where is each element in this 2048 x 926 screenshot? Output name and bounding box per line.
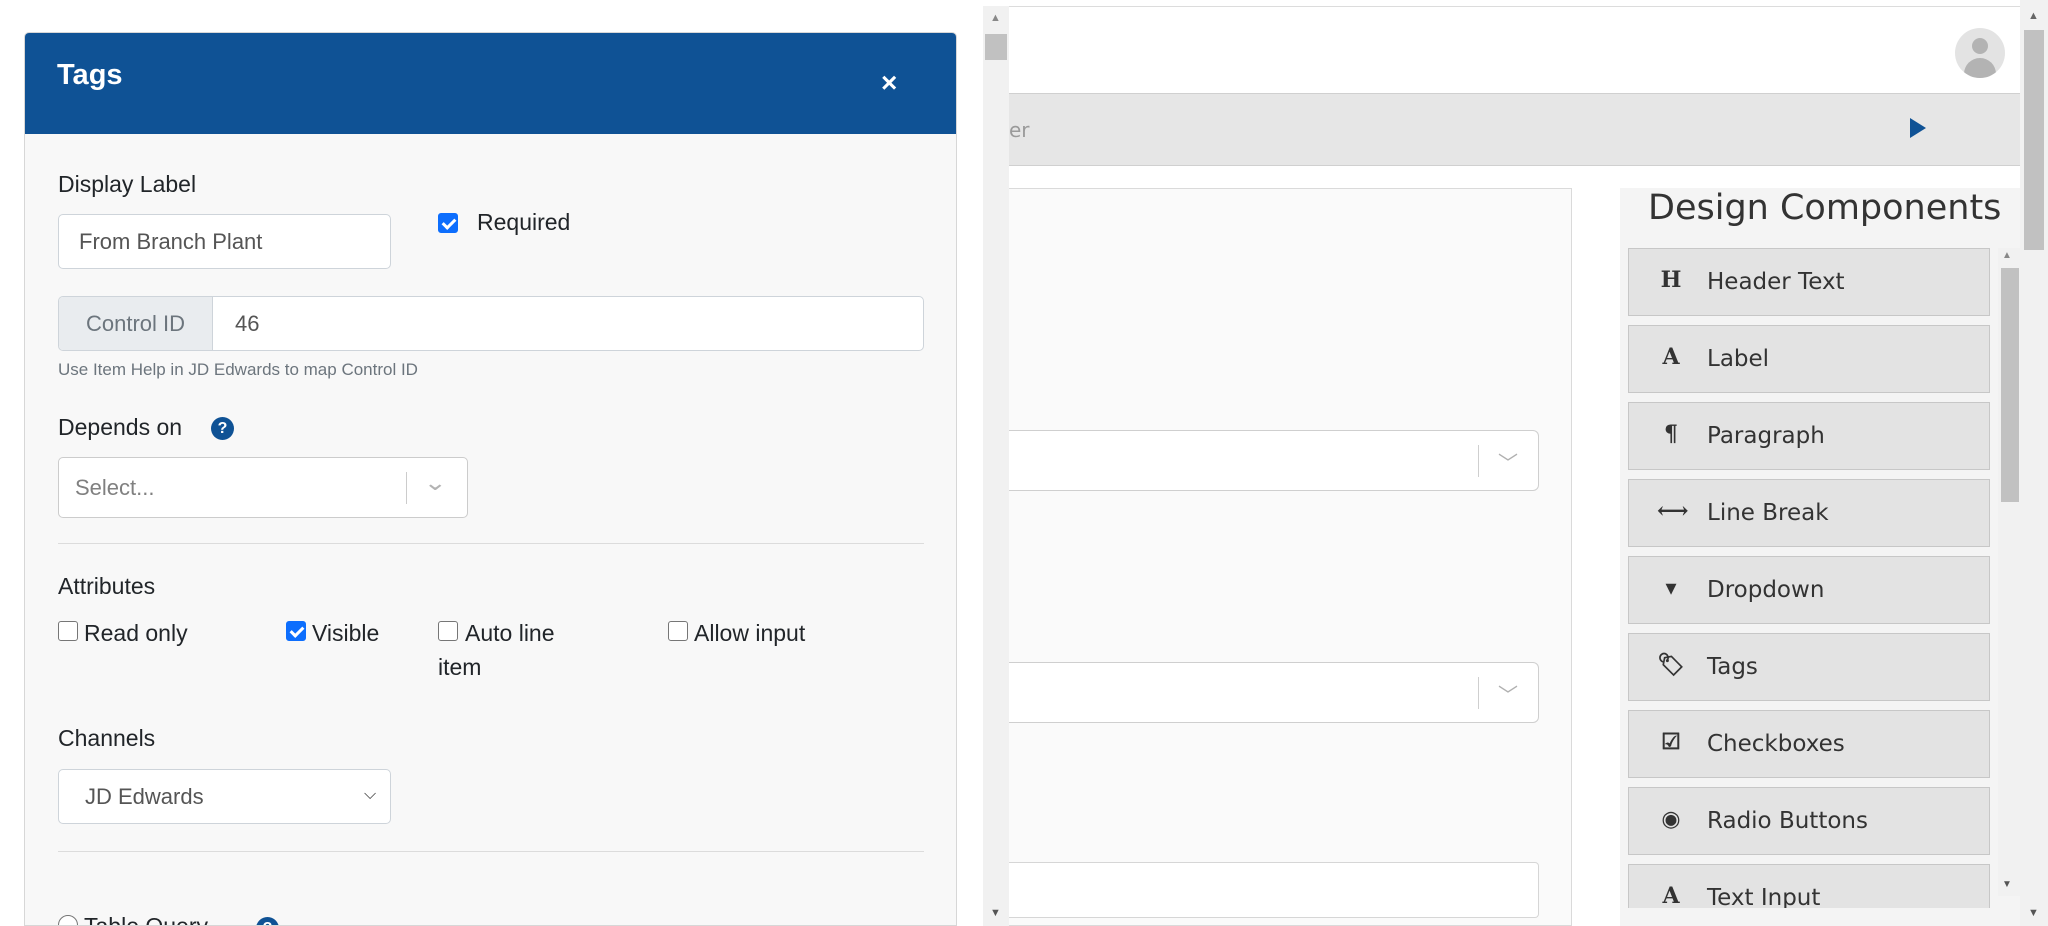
allow-input-checkbox[interactable] [668, 621, 688, 641]
control-id-addon: Control ID [59, 297, 213, 350]
component-label: Header Text [1707, 269, 1845, 295]
auto-line-item-label: Auto line [465, 620, 555, 646]
component-label: Radio Buttons [1707, 808, 1868, 834]
scroll-down-icon[interactable]: ▼ [2028, 907, 2039, 919]
component-label[interactable]: A Label [1628, 325, 1990, 393]
components-scrollbar-thumb[interactable] [2001, 268, 2019, 502]
required-checkbox[interactable] [438, 213, 458, 233]
visible-checkbox[interactable] [286, 621, 306, 641]
check-square-icon: ☑ [1661, 729, 1681, 755]
allow-input-label: Allow input [694, 620, 806, 646]
form-name-bar: er [1009, 93, 2020, 166]
scroll-up-icon[interactable]: ▲ [2002, 250, 2012, 261]
channels-heading: Channels [58, 725, 156, 751]
close-icon[interactable]: × [881, 67, 897, 99]
paragraph-icon: ¶ [1664, 421, 1678, 447]
tags-icon: 🏷 [1657, 652, 1685, 678]
display-label-input[interactable]: From Branch Plant [58, 214, 391, 269]
channels-select[interactable]: JD Edwards ⌵ [58, 769, 391, 824]
depends-on-placeholder: Select... [75, 475, 155, 500]
display-label-value: From Branch Plant [79, 228, 263, 254]
control-id-help-text: Use Item Help in JD Edwards to map Contr… [58, 360, 418, 379]
scroll-up-icon[interactable]: ▲ [2028, 10, 2039, 22]
modal-scrollbar[interactable] [983, 6, 1009, 926]
component-dropdown[interactable]: ▾ Dropdown [1628, 556, 1990, 624]
modal-scrollbar-thumb[interactable] [985, 34, 1007, 60]
modal-title: Tags [57, 59, 123, 91]
attributes-heading: Attributes [58, 573, 156, 599]
arrows-horizontal-icon: ⟷ [1657, 498, 1689, 524]
component-label: Tags [1707, 654, 1758, 680]
component-label: Line Break [1707, 500, 1829, 526]
caret-square-down-icon: ▾ [1665, 575, 1677, 601]
control-id-input-group: Control ID 46 [58, 296, 924, 351]
component-checkboxes[interactable]: ☑ Checkboxes [1628, 710, 1990, 778]
read-only-checkbox[interactable] [58, 621, 78, 641]
user-avatar-icon[interactable] [1955, 28, 2005, 78]
form-name-text[interactable]: er [1009, 118, 1030, 142]
component-label: Label [1707, 346, 1770, 372]
chevron-down-icon[interactable]: ﹀ [1498, 679, 1518, 708]
modal-header: Tags × [25, 33, 956, 134]
section-divider [58, 543, 924, 544]
component-label: Dropdown [1707, 577, 1825, 603]
design-components-list: H Header Text A Label ¶ Paragraph ⟷ Line… [1628, 248, 1990, 908]
dot-circle-icon: ◉ [1661, 806, 1681, 832]
canvas-text-field[interactable] [1009, 862, 1539, 918]
page-scrollbar-thumb[interactable] [2024, 30, 2044, 250]
component-label: Paragraph [1707, 423, 1825, 449]
component-radio-buttons[interactable]: ◉ Radio Buttons [1628, 787, 1990, 855]
scroll-down-icon[interactable]: ▼ [990, 907, 1001, 919]
canvas-dropdown-field[interactable]: ﹀ [1009, 430, 1539, 491]
font-icon: A [1662, 344, 1680, 370]
component-text-input[interactable]: A Text Input [1628, 864, 1990, 908]
auto-line-item-checkbox[interactable] [438, 621, 458, 641]
scroll-up-icon[interactable]: ▲ [990, 12, 1001, 24]
channels-selected: JD Edwards [85, 784, 204, 809]
component-tags[interactable]: 🏷 Tags [1628, 633, 1990, 701]
component-header-text[interactable]: H Header Text [1628, 248, 1990, 316]
component-paragraph[interactable]: ¶ Paragraph [1628, 402, 1990, 470]
design-components-title: Design Components [1648, 188, 2002, 228]
avatar-body-shape [1964, 58, 1996, 78]
avatar-head-shape [1972, 38, 1988, 54]
section-divider [58, 851, 924, 852]
depends-on-select[interactable]: Select... ⌄ [58, 457, 468, 518]
font-icon: A [1662, 883, 1680, 908]
component-label: Checkboxes [1707, 731, 1845, 757]
display-label-heading: Display Label [58, 171, 197, 197]
play-icon[interactable] [1910, 118, 1926, 138]
select-separator [406, 472, 407, 504]
dropdown-separator [1478, 445, 1479, 477]
chevron-down-icon[interactable]: ﹀ [1498, 447, 1518, 476]
table-query-radio[interactable] [58, 915, 78, 925]
tags-properties-modal: Tags × Display Label From Branch Plant R… [24, 32, 957, 926]
header-icon: H [1660, 267, 1682, 293]
canvas-dropdown-field[interactable]: ﹀ [1009, 662, 1539, 723]
design-canvas [1009, 188, 1572, 926]
component-line-break[interactable]: ⟷ Line Break [1628, 479, 1990, 547]
required-label: Required [477, 209, 571, 235]
control-id-input[interactable]: 46 [235, 311, 259, 337]
read-only-label: Read only [84, 620, 188, 646]
dropdown-separator [1478, 677, 1479, 709]
scroll-down-icon[interactable]: ▼ [2002, 879, 2012, 890]
depends-on-label: Depends on [58, 414, 183, 440]
app-header [1009, 6, 2020, 93]
chevron-down-icon[interactable]: ⌵ [364, 786, 376, 804]
question-circle-icon[interactable]: ? [256, 917, 279, 925]
table-query-label: Table Query [84, 913, 209, 926]
component-label: Text Input [1707, 885, 1821, 908]
auto-line-item-label-cont: item [438, 654, 482, 680]
design-components-panel: Design Components H Header Text A Label … [1620, 188, 2020, 926]
question-circle-icon[interactable]: ? [211, 417, 234, 440]
visible-label: Visible [312, 620, 380, 646]
chevron-down-icon[interactable]: ⌄ [423, 470, 447, 496]
